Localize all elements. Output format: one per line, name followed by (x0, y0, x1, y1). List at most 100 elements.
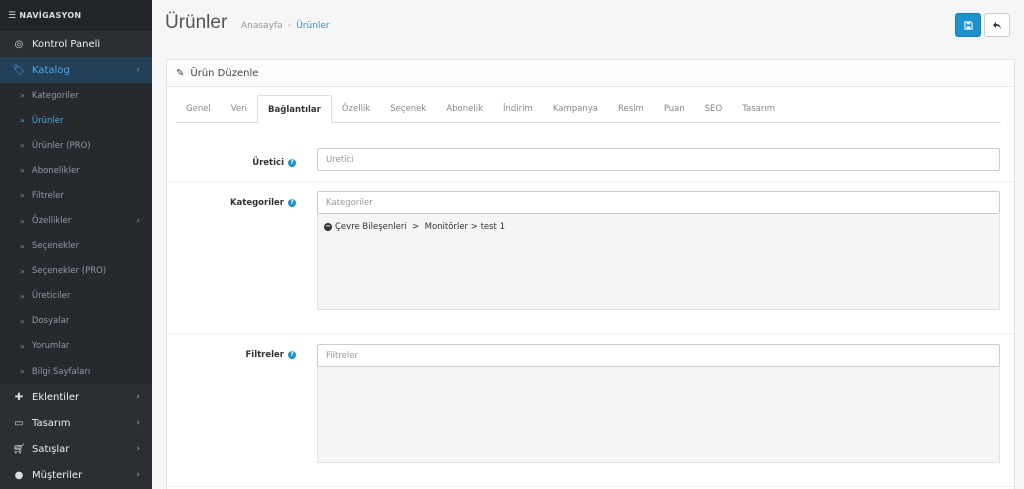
sidebar-item-label: Katalog (32, 64, 70, 76)
selected-category-text: Çevre Bileşenleri > Monitörler > test 1 (335, 222, 505, 232)
double-chevron-icon: » (20, 241, 25, 251)
sidebar-item-dashboard[interactable]: ◎ Kontrol Paneli (0, 31, 152, 57)
navigation-title: NAVİGASYON (19, 11, 82, 20)
manufacturer-row: Üretici? (167, 148, 1014, 180)
back-button[interactable] (984, 13, 1010, 37)
tab-attribute[interactable]: Özellik (332, 95, 380, 123)
sidebar-item-label: Satışlar (32, 443, 70, 455)
sidebar-item-customers[interactable]: ● Müşteriler › (0, 462, 152, 488)
sidebar-item-extensions[interactable]: ✚ Eklentiler › (0, 384, 152, 410)
tab-special[interactable]: Kampanya (543, 95, 608, 123)
tab-links[interactable]: Bağlantılar (257, 95, 332, 124)
sidebar-item-label: Dosyalar (31, 316, 70, 327)
user-icon: ● (14, 469, 24, 481)
sidebar-item-label: Özellikler (31, 216, 72, 227)
filters-label: Filtreler? (245, 350, 296, 360)
sidebar: ☰ NAVİGASYON ◎ Kontrol Paneli 🏷︎ Katalog… (0, 0, 152, 489)
sidebar-item-label: Eklentiler (32, 391, 80, 403)
sidebar-item-products[interactable]: » Ürünler (0, 108, 152, 133)
filters-input[interactable] (317, 344, 1000, 367)
manufacturer-label: Üretici? (252, 158, 296, 168)
sidebar-item-sales[interactable]: 🛒︎ Satışlar › (0, 436, 152, 462)
breadcrumb-home[interactable]: Anasayfa (241, 21, 283, 31)
panel-heading: ✎ Ürün Düzenle (167, 60, 1014, 87)
sidebar-item-label: Ürünler (PRO) (31, 140, 91, 151)
double-chevron-icon: » (20, 367, 25, 377)
tab-general[interactable]: Genel (176, 95, 221, 123)
chevron-right-icon: › (136, 418, 140, 429)
sidebar-item-label: Bilgi Sayfaları (31, 366, 91, 377)
sidebar-item-label: Kontrol Paneli (32, 38, 101, 50)
chevron-right-icon: › (136, 470, 140, 481)
double-chevron-icon: » (20, 266, 25, 276)
categories-label: Kategoriler? (230, 198, 296, 208)
sidebar-item-reviews[interactable]: » Yorumlar (0, 334, 152, 359)
menu-bars-icon[interactable]: ☰ (8, 11, 16, 21)
double-chevron-icon: » (20, 341, 25, 351)
sidebar-item-subscriptions[interactable]: » Abonelikler (0, 158, 152, 183)
navigation-header: ☰ NAVİGASYON (0, 0, 152, 31)
catalog-submenu: » Kategoriler » Ürünler » Ürünler (PRO) » Ab… (0, 83, 152, 385)
tab-seo[interactable]: SEO (695, 95, 732, 123)
sidebar-item-label: Filtreler (31, 190, 64, 201)
chevron-right-icon: › (136, 65, 140, 75)
page-header: Ürünler Anasayfa › Ürünler (152, 0, 1024, 50)
manufacturer-label-text: Üretici (252, 158, 284, 168)
double-chevron-icon: » (20, 141, 25, 151)
tab-option[interactable]: Seçenek (380, 95, 436, 123)
sidebar-item-label: Üreticiler (31, 291, 71, 302)
sidebar-item-products-pro[interactable]: » Ürünler (PRO) (0, 133, 152, 158)
sidebar-item-label: Kategoriler (31, 90, 79, 101)
save-button[interactable] (955, 13, 981, 37)
help-icon[interactable]: ? (288, 199, 296, 207)
reply-icon (993, 21, 1001, 29)
cart-icon: 🛒︎ (12, 443, 26, 455)
categories-selected-well: − Çevre Bileşenleri > Monitörler > test … (317, 214, 1000, 310)
sidebar-item-information[interactable]: » Bilgi Sayfaları (0, 359, 152, 384)
sidebar-item-attributes[interactable]: » Özellikler › (0, 208, 152, 233)
sidebar-item-filters[interactable]: » Filtreler (0, 183, 152, 208)
pencil-icon: ✎ (176, 67, 185, 79)
categories-input[interactable] (317, 191, 1000, 214)
sidebar-item-manufacturers[interactable]: » Üreticiler (0, 284, 152, 309)
product-edit-panel: ✎ Ürün Düzenle Genel Veri Bağlantılar Öz… (166, 59, 1015, 489)
help-icon[interactable]: ? (288, 159, 296, 167)
filters-row: Filtreler? (167, 344, 1014, 466)
sidebar-item-label: Seçenekler (31, 241, 80, 252)
chevron-right-icon: › (136, 216, 140, 227)
sidebar-item-downloads[interactable]: » Dosyalar (0, 309, 152, 334)
filters-selected-well (317, 367, 1000, 463)
breadcrumb-current[interactable]: Ürünler (296, 21, 329, 31)
double-chevron-icon: » (20, 191, 25, 201)
help-icon[interactable]: ? (288, 351, 296, 359)
chevron-right-icon: › (136, 444, 140, 455)
sidebar-item-label: Yorumlar (31, 341, 70, 352)
breadcrumb-separator: › (287, 21, 292, 31)
double-chevron-icon: » (20, 316, 25, 326)
manufacturer-input[interactable] (317, 148, 1000, 171)
remove-circle-icon[interactable]: − (324, 223, 332, 231)
sidebar-item-catalog[interactable]: 🏷︎ Katalog › (0, 57, 152, 83)
tab-image[interactable]: Resim (608, 95, 654, 123)
page-title: Ürünler (165, 12, 228, 33)
sidebar-item-label: Ürünler (31, 115, 64, 126)
sidebar-item-label: Seçenekler (PRO) (31, 266, 107, 277)
filters-label-text: Filtreler (245, 350, 284, 360)
tab-data[interactable]: Veri (221, 95, 257, 123)
tab-design[interactable]: Tasarım (732, 95, 785, 123)
sidebar-item-design[interactable]: ▭ Tasarım › (0, 410, 152, 436)
sidebar-item-label: Tasarım (32, 417, 71, 429)
row-divider (167, 181, 1014, 182)
sidebar-item-options-pro[interactable]: » Seçenekler (PRO) (0, 259, 152, 284)
tab-subscription[interactable]: Abonelik (436, 95, 493, 123)
double-chevron-icon: » (20, 291, 25, 301)
panel-title: Ürün Düzenle (190, 67, 259, 79)
tab-reward-points[interactable]: Puan (654, 95, 695, 123)
tab-discount[interactable]: İndirim (493, 95, 543, 123)
puzzle-icon: ✚ (14, 391, 24, 403)
chevron-right-icon: › (136, 392, 140, 403)
breadcrumb: Anasayfa › Ürünler (241, 21, 330, 31)
row-divider (167, 333, 1014, 334)
sidebar-item-options[interactable]: » Seçenekler (0, 234, 152, 259)
sidebar-item-categories[interactable]: » Kategoriler (0, 83, 152, 108)
